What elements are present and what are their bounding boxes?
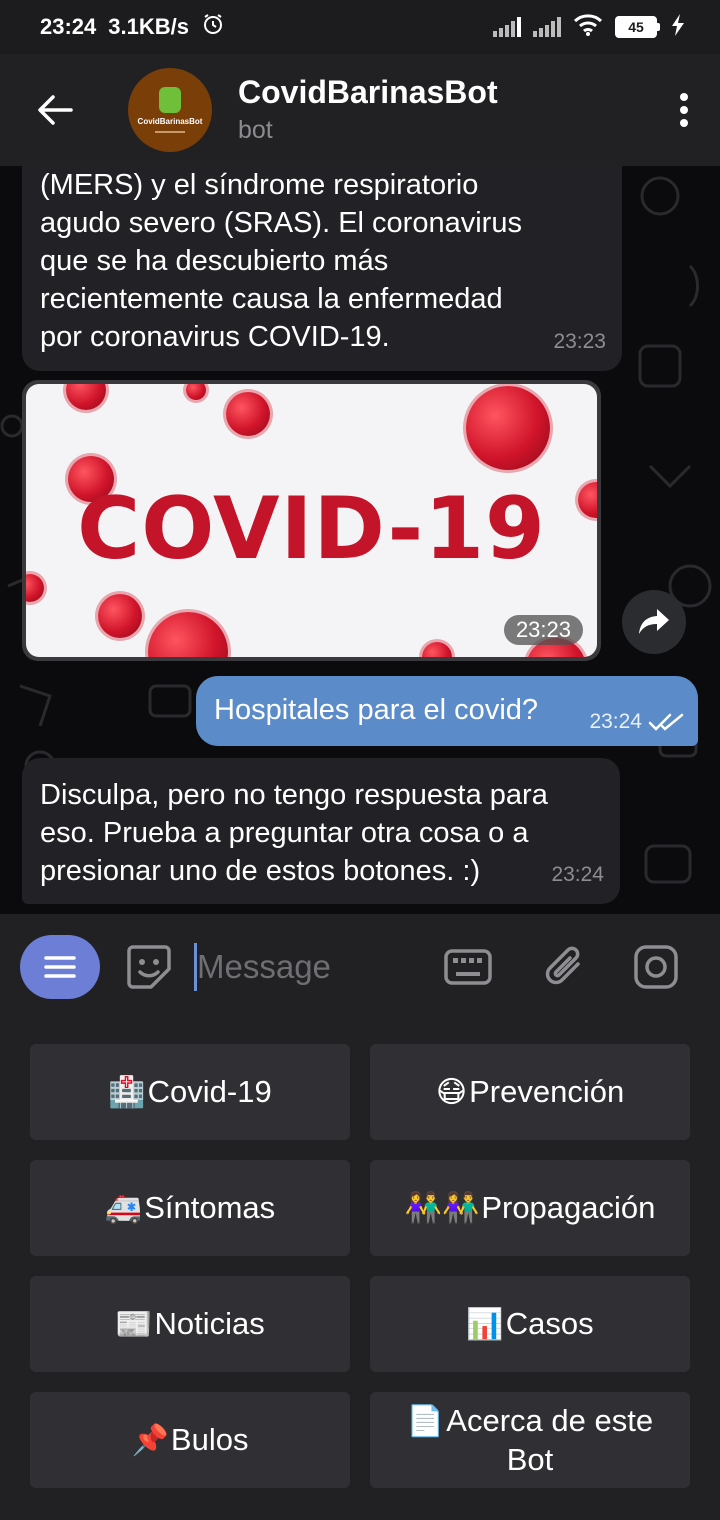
- keyboard-button-label: Bulos: [170, 1421, 249, 1457]
- message-time: 23:23: [553, 330, 606, 353]
- status-bar: 23:24 3.1KB/s 45: [0, 0, 720, 54]
- keyboard-button-label: Síntomas: [144, 1189, 276, 1225]
- message-text: (MERS) y el síndrome respiratorio agudo …: [40, 169, 522, 353]
- bot-keyboard-toggle[interactable]: [443, 942, 493, 992]
- keyboard-button-label: Prevención: [469, 1073, 625, 1109]
- wifi-icon: [573, 13, 603, 42]
- chat-area[interactable]: (MERS) y el síndrome respiratorio agudo …: [0, 166, 720, 914]
- message-time: 23:24: [589, 710, 642, 733]
- chat-subtitle: bot: [238, 116, 273, 144]
- outgoing-message[interactable]: Hospitales para el covid? 23:24: [196, 676, 698, 746]
- bar-chart-icon: 📊: [466, 1307, 504, 1341]
- message-text: Disculpa, pero no tengo respuesta para e…: [40, 779, 548, 887]
- share-arrow-icon: [639, 609, 669, 634]
- keyboard-button-label: Casos: [505, 1305, 594, 1341]
- newspaper-icon: 📰: [115, 1307, 153, 1341]
- photo-message[interactable]: COVID-19 23:23: [22, 380, 601, 661]
- chat-title-block[interactable]: CovidBarinasBot bot: [238, 73, 498, 147]
- keyboard-button-label: Acerca de este Bot: [446, 1402, 654, 1477]
- back-button[interactable]: [0, 54, 110, 166]
- keyboard-button-label: Propagación: [481, 1189, 656, 1225]
- status-net-speed: 3.1KB/s: [108, 14, 189, 39]
- incoming-message[interactable]: Disculpa, pero no tengo respuesta para e…: [22, 758, 620, 904]
- chat-title: CovidBarinasBot: [238, 74, 498, 110]
- keyboard-button-bulos[interactable]: 📌Bulos: [30, 1392, 350, 1488]
- more-vertical-icon: [680, 93, 688, 127]
- keyboard-button-propagacion[interactable]: 👫👫Propagación: [370, 1160, 690, 1256]
- sticker-icon: [127, 945, 171, 989]
- chat-header: CovidBarinasBot CovidBarinasBot bot: [0, 54, 720, 166]
- battery-level: 45: [615, 16, 657, 38]
- double-check-icon: [648, 713, 684, 731]
- keyboard-button-acerca[interactable]: 📄Acerca de este Bot: [370, 1392, 690, 1488]
- covid-image-text: COVID-19: [77, 479, 546, 579]
- signal-icon-2: [533, 17, 561, 37]
- more-options-button[interactable]: [648, 54, 720, 166]
- alarm-icon: [201, 12, 225, 42]
- document-icon: 📄: [406, 1404, 445, 1438]
- avatar-logo-text: CovidBarinasBot: [137, 117, 203, 126]
- covid-image[interactable]: COVID-19 23:23: [26, 384, 597, 657]
- keyboard-button-label: Noticias: [154, 1305, 265, 1341]
- keyboard-button-noticias[interactable]: 📰Noticias: [30, 1276, 350, 1372]
- attach-button[interactable]: [539, 942, 589, 992]
- incoming-message[interactable]: (MERS) y el síndrome respiratorio agudo …: [22, 166, 622, 371]
- keyboard-button-prevencion[interactable]: 😷Prevención: [370, 1044, 690, 1140]
- photo-time: 23:23: [503, 615, 583, 645]
- mask-face-icon: 😷: [435, 1075, 468, 1109]
- keyboard-button-sintomas[interactable]: 🚑Síntomas: [30, 1160, 350, 1256]
- hospital-icon: 🏥: [108, 1075, 146, 1109]
- arrow-left-icon: [38, 95, 73, 125]
- status-time: 23:24: [40, 14, 97, 39]
- keyboard-button-casos[interactable]: 📊Casos: [370, 1276, 690, 1372]
- message-input[interactable]: [197, 942, 427, 992]
- keyboard-icon: [444, 949, 492, 985]
- camera-button[interactable]: [631, 942, 681, 992]
- camera-icon: [634, 945, 678, 989]
- keyboard-button-label: Covid-19: [147, 1073, 272, 1109]
- bot-menu-button[interactable]: [20, 935, 100, 999]
- paperclip-icon: [545, 946, 580, 985]
- message-time: 23:24: [551, 863, 604, 886]
- avatar[interactable]: CovidBarinasBot: [128, 68, 212, 152]
- signal-icon: [493, 17, 521, 37]
- people-icon: 👫👫: [404, 1191, 480, 1225]
- ambulance-icon: 🚑: [104, 1191, 143, 1225]
- bot-keyboard: 🏥Covid-19 😷Prevención 🚑Síntomas 👫👫Propag…: [0, 1020, 720, 1520]
- share-button[interactable]: [622, 590, 686, 654]
- message-input-bar: [0, 914, 720, 1020]
- robot-icon: [159, 87, 181, 113]
- pushpin-icon: 📌: [131, 1423, 169, 1457]
- menu-icon: [44, 956, 76, 978]
- battery-icon: 45: [615, 16, 660, 38]
- keyboard-button-covid19[interactable]: 🏥Covid-19: [30, 1044, 350, 1140]
- charging-icon: [672, 13, 684, 41]
- message-text: Hospitales para el covid?: [214, 694, 539, 726]
- emoji-button[interactable]: [124, 942, 174, 992]
